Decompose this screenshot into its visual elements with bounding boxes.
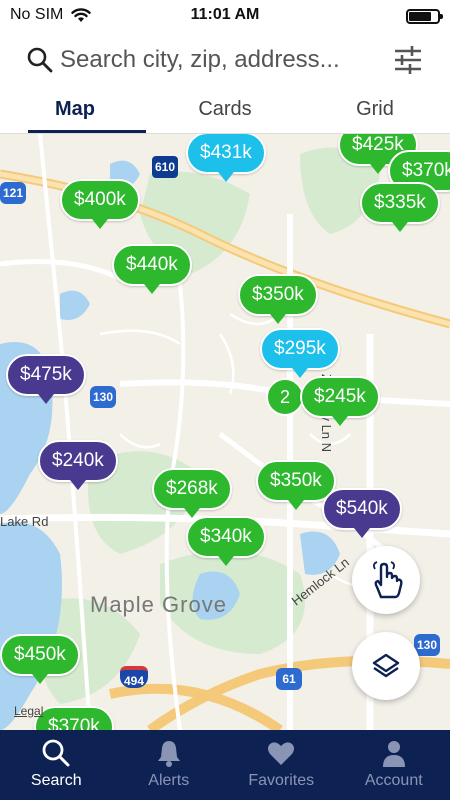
- price-pin[interactable]: $440k: [112, 244, 192, 294]
- status-bar: No SIM 11:01 AM: [0, 0, 450, 30]
- map-view[interactable]: 610 121 130 494 61 130 Maple Grove Lake …: [0, 134, 450, 730]
- price-pin[interactable]: $475k: [6, 354, 86, 404]
- search-input[interactable]: [60, 42, 380, 78]
- price-pin[interactable]: $340k: [186, 516, 266, 566]
- price-pin[interactable]: $540k: [322, 488, 402, 538]
- search-icon: [42, 739, 70, 767]
- tab-grid[interactable]: Grid: [300, 90, 450, 133]
- price-pin[interactable]: $450k: [0, 634, 80, 684]
- price-pin[interactable]: $268k: [152, 468, 232, 518]
- price-pin[interactable]: $431k: [186, 134, 266, 182]
- view-tabs: Map Cards Grid: [0, 90, 450, 134]
- bell-icon: [157, 741, 180, 767]
- nav-alerts[interactable]: Alerts: [113, 730, 226, 800]
- search-bar: [0, 30, 450, 90]
- highway-shield-610: 610: [152, 156, 178, 178]
- battery-icon: [406, 9, 443, 24]
- status-time: 11:01 AM: [190, 6, 260, 23]
- cluster-marker[interactable]: 2: [266, 378, 304, 416]
- legal-link[interactable]: Legal: [14, 704, 43, 718]
- search-icon: [27, 47, 53, 73]
- map-layers-button[interactable]: [352, 632, 420, 700]
- filter-sliders-icon[interactable]: [392, 44, 424, 76]
- tab-map[interactable]: Map: [0, 90, 150, 133]
- nav-favorites[interactable]: Favorites: [225, 730, 338, 800]
- area-label: Maple Grove: [90, 592, 227, 617]
- price-pin[interactable]: $370k: [34, 706, 114, 730]
- price-pin[interactable]: $400k: [60, 179, 140, 229]
- road-label-lake-rd: Lake Rd: [0, 514, 49, 529]
- nav-search-label: Search: [30, 772, 82, 789]
- price-pin[interactable]: $350k: [238, 274, 318, 324]
- price-pin[interactable]: $350k: [256, 460, 336, 510]
- nav-favorites-label: Favorites: [248, 772, 315, 789]
- highway-shield-130-east: 130: [414, 634, 440, 656]
- price-pin[interactable]: $245k: [300, 376, 380, 426]
- price-pin[interactable]: $295k: [260, 328, 340, 378]
- person-icon: [382, 741, 405, 767]
- bottom-nav: Search Alerts Favorites Account: [0, 730, 450, 800]
- highway-shield-130: 130: [90, 386, 116, 408]
- nav-account[interactable]: Account: [338, 730, 450, 800]
- tab-cards[interactable]: Cards: [150, 90, 300, 133]
- nav-account-label: Account: [364, 772, 423, 789]
- highway-shield-121: 121: [0, 182, 26, 204]
- draw-search-button[interactable]: [352, 546, 420, 614]
- nav-search[interactable]: Search: [0, 730, 113, 800]
- layers-icon: [372, 653, 400, 678]
- heart-icon: [268, 742, 295, 765]
- nav-alerts-label: Alerts: [148, 772, 190, 789]
- price-pin[interactable]: $335k: [360, 182, 440, 232]
- price-pin[interactable]: $240k: [38, 440, 118, 490]
- highway-shield-494: 494: [120, 666, 148, 688]
- highway-shield-61: 61: [276, 668, 302, 690]
- hand-pointer-icon: [372, 561, 403, 599]
